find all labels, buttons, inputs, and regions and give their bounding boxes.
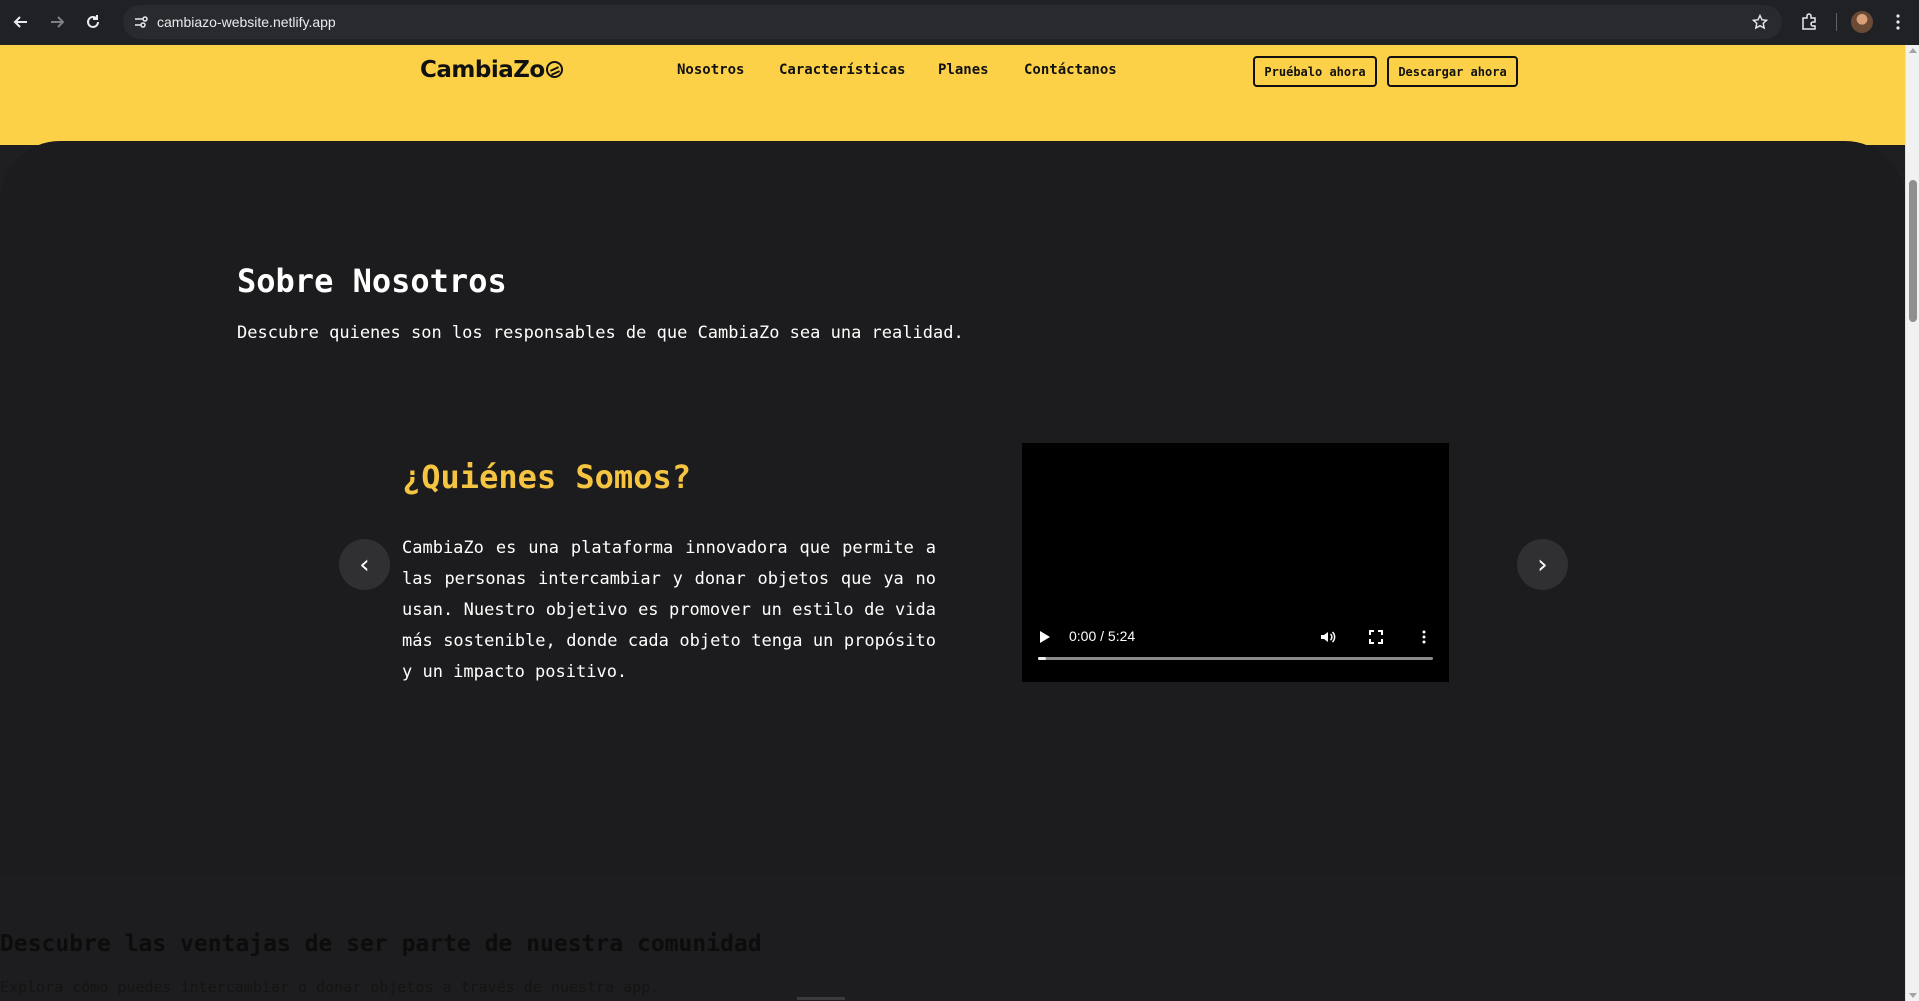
carousel-prev-button[interactable]: ‹: [339, 539, 390, 590]
video-time: 0:00 / 5:24: [1069, 628, 1136, 644]
try-now-button[interactable]: Pruébalo ahora: [1253, 56, 1377, 87]
page-scrollbar[interactable]: [1905, 45, 1919, 1001]
about-section: [0, 141, 1905, 876]
features-subtitle: Explora cómo puedes intercambiar o donar…: [0, 978, 660, 996]
download-now-button[interactable]: Descargar ahora: [1387, 56, 1518, 87]
logo-text: CambiaZo: [420, 57, 545, 83]
browser-toolbar: cambiazo-website.netlify.app: [0, 0, 1919, 45]
video-progress-track[interactable]: [1038, 657, 1433, 660]
scroll-thumb[interactable]: [1909, 180, 1917, 322]
nav-contactanos[interactable]: Contáctanos: [1024, 62, 1117, 78]
menu-kebab-icon[interactable]: [1887, 11, 1909, 33]
carousel-next-button[interactable]: ›: [1517, 539, 1568, 590]
bookmark-star-icon[interactable]: [1750, 12, 1770, 32]
section-divider: [797, 997, 845, 1000]
nav-nosotros[interactable]: Nosotros: [677, 62, 744, 78]
about-subtitle: Descubre quienes son los responsables de…: [237, 323, 964, 343]
address-bar[interactable]: cambiazo-website.netlify.app: [123, 5, 1782, 39]
scroll-down-icon[interactable]: [1909, 993, 1917, 998]
video-player[interactable]: 0:00 / 5:24: [1022, 443, 1449, 682]
site-header: CambiaZo Nosotros Características Planes…: [0, 45, 1905, 145]
fullscreen-icon[interactable]: [1366, 627, 1386, 647]
volume-icon[interactable]: [1318, 627, 1338, 647]
chevron-right-icon: ›: [1537, 549, 1548, 580]
nav-planes[interactable]: Planes: [938, 62, 989, 78]
slide-title: ¿Quiénes Somos?: [402, 458, 691, 496]
cambiazo-logo[interactable]: CambiaZo: [420, 57, 563, 83]
extensions-icon[interactable]: [1798, 11, 1820, 33]
site-info-icon[interactable]: [131, 12, 151, 32]
nav-caracteristicas[interactable]: Características: [779, 62, 905, 78]
chevron-left-icon: ‹: [359, 549, 370, 580]
back-icon[interactable]: [10, 11, 32, 33]
features-title: Descubre las ventajas de ser parte de nu…: [0, 931, 762, 957]
toolbar-divider: [1836, 13, 1837, 31]
play-icon[interactable]: [1040, 631, 1050, 643]
profile-avatar[interactable]: [1851, 11, 1873, 33]
about-title: Sobre Nosotros: [237, 262, 507, 300]
reload-icon[interactable]: [82, 11, 104, 33]
scroll-up-icon[interactable]: [1909, 48, 1917, 53]
video-options-icon[interactable]: [1414, 627, 1434, 647]
slide-text: CambiaZo es una plataforma innovadora qu…: [402, 538, 936, 682]
forward-icon[interactable]: [46, 11, 68, 33]
page-viewport: CambiaZo Nosotros Características Planes…: [0, 45, 1919, 1001]
video-progress-fill: [1038, 657, 1046, 660]
logo-exchange-icon: [545, 61, 563, 78]
url-text[interactable]: cambiazo-website.netlify.app: [157, 14, 336, 30]
